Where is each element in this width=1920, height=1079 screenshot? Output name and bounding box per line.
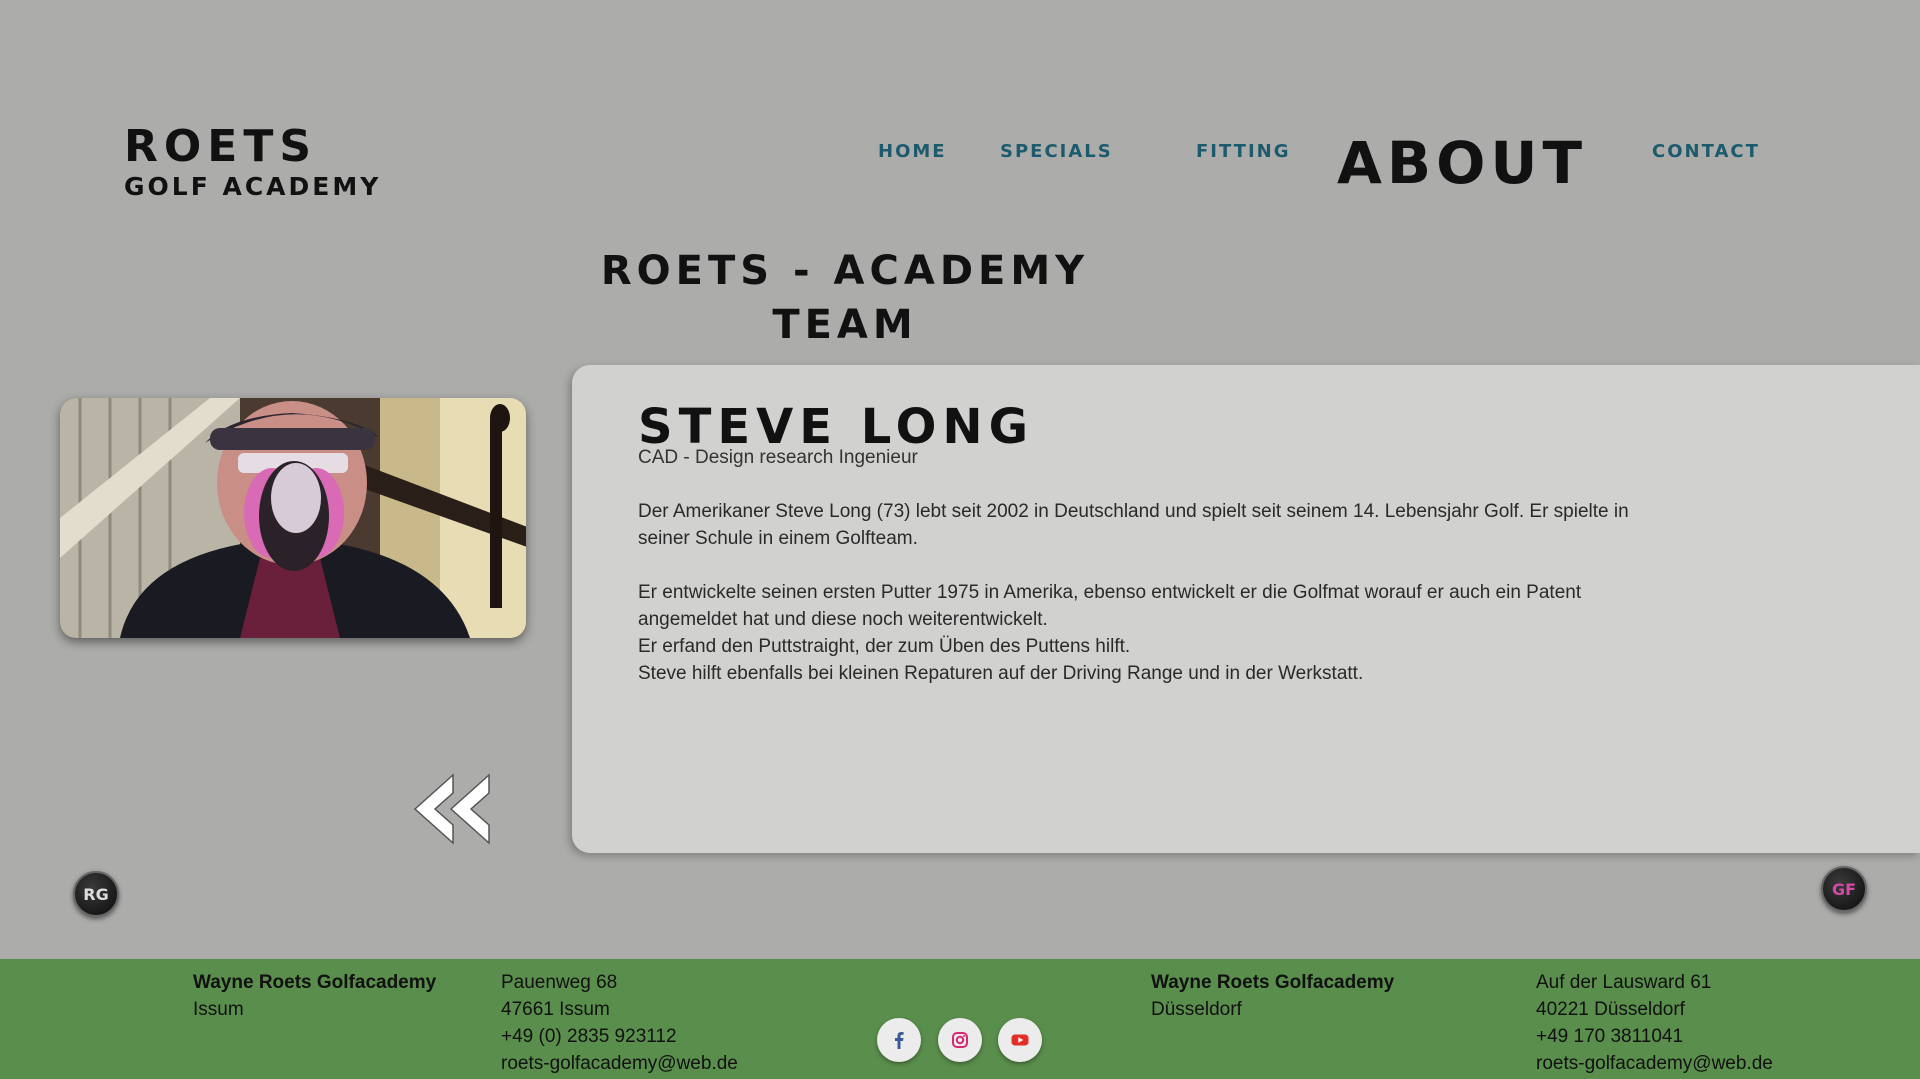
team-member-card: STEVE LONG CAD - Design research Ingenie… — [572, 365, 1920, 853]
footer-email[interactable]: roets-golfacademy@web.de — [501, 1050, 738, 1077]
footer-location1-name: Wayne Roets Golfacademy Issum — [193, 969, 436, 1023]
footer-phone[interactable]: +49 170 3811041 — [1536, 1023, 1773, 1050]
bio-line: Er entwickelte seinen ersten Putter 1975… — [638, 582, 1582, 630]
back-button[interactable] — [413, 773, 491, 845]
instagram-button[interactable] — [938, 1018, 982, 1062]
footer-zip-city: 47661 Issum — [501, 999, 610, 1020]
footer-email[interactable]: roets-golfacademy@web.de — [1536, 1050, 1773, 1077]
youtube-button[interactable] — [998, 1018, 1042, 1062]
page-title-line2: TEAM — [772, 302, 918, 348]
academy-badge-logo[interactable]: RG — [73, 871, 119, 917]
footer-street: Pauenweg 68 — [501, 972, 618, 993]
footer-location1-address: Pauenweg 68 47661 Issum +49 (0) 2835 923… — [501, 969, 738, 1077]
bio-line: Steve hilft ebenfalls bei kleinen Repatu… — [638, 663, 1364, 684]
footer: Wayne Roets Golfacademy Issum Pauenweg 6… — [0, 959, 1920, 1079]
nav-fitting[interactable]: FITTING — [1196, 141, 1291, 162]
nav-specials[interactable]: SPECIALS — [1000, 141, 1113, 162]
footer-location2-name: Wayne Roets Golfacademy Düsseldorf — [1151, 969, 1394, 1023]
page-title: ROETS - ACADEMY TEAM — [560, 244, 1130, 352]
facebook-icon — [895, 1032, 904, 1049]
fitting-badge-logo[interactable]: GF — [1821, 866, 1867, 912]
footer-zip-city: 40221 Düsseldorf — [1536, 999, 1685, 1020]
bio-line: Er erfand den Puttstraight, der zum Üben… — [638, 636, 1131, 657]
footer-company-name: Wayne Roets Golfacademy — [1151, 972, 1395, 993]
facebook-button[interactable] — [877, 1018, 921, 1062]
member-bio: Der Amerikaner Steve Long (73) lebt seit… — [638, 498, 1638, 687]
youtube-icon — [1011, 1034, 1029, 1046]
site-logo[interactable]: ROETS GOLF ACADEMY — [124, 122, 381, 202]
member-role: CAD - Design research Ingenieur — [638, 447, 918, 468]
double-chevron-left-icon — [413, 773, 490, 845]
footer-company-name: Wayne Roets Golfacademy — [193, 972, 437, 993]
footer-city: Issum — [193, 999, 244, 1020]
page-title-line1: ROETS - ACADEMY — [600, 248, 1090, 294]
footer-street: Auf der Lausward 61 — [1536, 972, 1712, 993]
footer-phone[interactable]: +49 (0) 2835 923112 — [501, 1023, 738, 1050]
nav-about-active[interactable]: ABOUT — [1337, 128, 1587, 198]
footer-city: Düsseldorf — [1151, 999, 1242, 1020]
team-member-photo — [60, 398, 526, 638]
bio-paragraph: Der Amerikaner Steve Long (73) lebt seit… — [638, 501, 1629, 549]
instagram-icon — [952, 1032, 968, 1048]
logo-title: ROETS — [124, 121, 318, 172]
nav-contact[interactable]: CONTACT — [1652, 141, 1760, 162]
nav-home[interactable]: HOME — [878, 141, 947, 162]
logo-subtitle: GOLF ACADEMY — [124, 172, 382, 201]
footer-location2-address: Auf der Lausward 61 40221 Düsseldorf +49… — [1536, 969, 1773, 1077]
